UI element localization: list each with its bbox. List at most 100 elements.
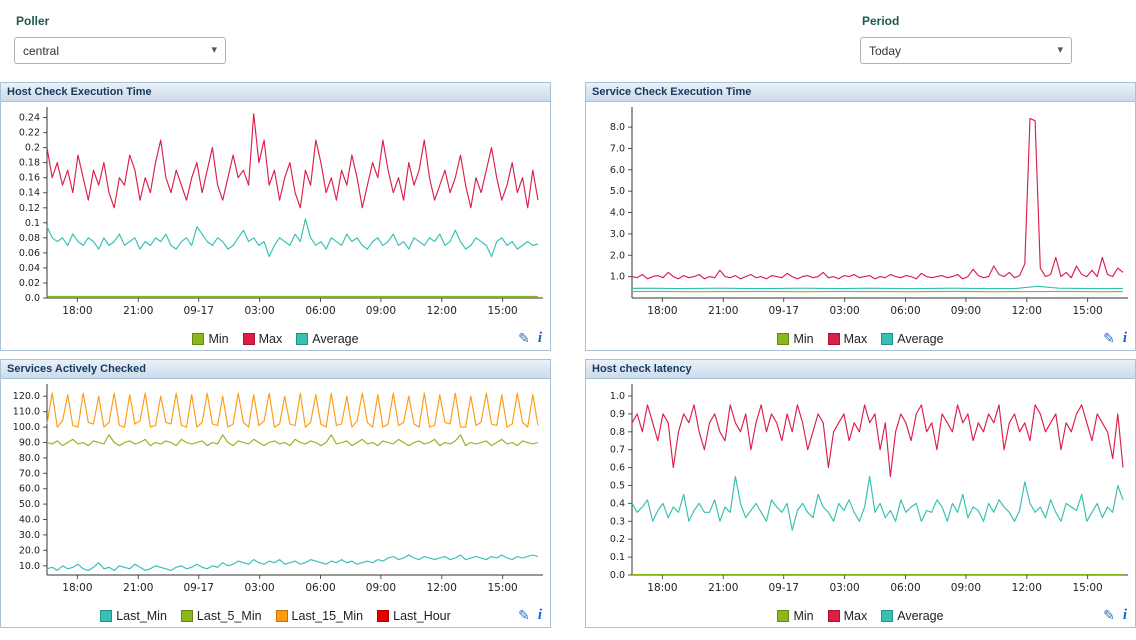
legend-row: MinMaxAverage ✎ i [1, 328, 550, 350]
y-tick-label: 0.2 [610, 534, 625, 545]
info-icon[interactable]: i [1123, 607, 1127, 624]
y-tick-label: 0.02 [19, 278, 40, 289]
info-icon[interactable]: i [538, 607, 542, 624]
legend-item: Min [777, 609, 813, 623]
poller-select[interactable]: central [14, 37, 226, 64]
y-tick-label: 0.6 [610, 463, 625, 474]
legend-label: Max [844, 332, 868, 346]
x-tick-label: 21:00 [708, 305, 738, 317]
legend-row: Min Max Average ✎ i [586, 328, 1135, 350]
legend-label: Last_15_Min [292, 609, 364, 623]
chart-canvas: 8.07.06.05.04.03.02.01.018:0021:0009-170… [586, 102, 1135, 328]
poller-label: Poller [16, 14, 226, 28]
legend-swatch [828, 333, 840, 345]
x-tick-label: 06:00 [305, 582, 335, 594]
legend-item: Average [296, 332, 358, 346]
legend-label: Last_Min [116, 609, 167, 623]
legend-item: Last_Min [100, 609, 167, 623]
y-tick-label: 0.5 [610, 481, 625, 492]
y-tick-label: 0.2 [25, 143, 40, 154]
panel-host-check-latency: Host check latency 1.00.90.80.70.60.50.4… [585, 359, 1136, 628]
legend-swatch [100, 610, 112, 622]
legend-item: Average [881, 609, 943, 623]
legend-items: Min Max Average [777, 609, 943, 623]
panel-actions: ✎ i [1103, 330, 1127, 347]
y-tick-label: 0.1 [25, 218, 40, 229]
x-tick-label: 09-17 [768, 305, 799, 317]
y-tick-label: 110.0 [13, 407, 40, 418]
x-tick-label: 03:00 [829, 582, 859, 594]
y-tick-label: 90.0 [19, 438, 40, 449]
info-icon[interactable]: i [538, 330, 542, 347]
legend-label: Min [793, 609, 813, 623]
x-tick-label: 06:00 [305, 305, 335, 317]
legend-item: Min [777, 332, 813, 346]
period-select[interactable]: Today [860, 37, 1072, 64]
legend-swatch [881, 333, 893, 345]
legend-item: Max [243, 332, 283, 346]
y-tick-label: 0.0 [610, 570, 625, 581]
y-tick-label: 0.12 [19, 203, 40, 214]
legend-item: Max [828, 332, 868, 346]
legend-label: Max [259, 332, 283, 346]
y-tick-label: 0.04 [19, 263, 40, 274]
panel-actions: ✎ i [518, 330, 542, 347]
edit-graph-icon[interactable]: ✎ [518, 330, 530, 347]
y-tick-label: 10.0 [19, 561, 40, 572]
y-tick-label: 0.18 [19, 158, 40, 169]
x-tick-label: 09-17 [183, 305, 214, 317]
legend-label: Average [897, 332, 943, 346]
y-tick-label: 4.0 [610, 208, 625, 219]
y-tick-label: 0.16 [19, 173, 40, 184]
x-tick-label: 09:00 [951, 582, 981, 594]
legend-items: MinMaxAverage [192, 332, 358, 346]
chart-service-check-execution-time: 8.07.06.05.04.03.02.01.018:0021:0009-170… [586, 102, 1135, 328]
x-tick-label: 06:00 [890, 582, 920, 594]
y-tick-label: 0.9 [610, 409, 625, 420]
legend-swatch [777, 610, 789, 622]
legend-swatch [243, 333, 255, 345]
edit-graph-icon[interactable]: ✎ [1103, 607, 1115, 624]
x-tick-label: 06:00 [890, 305, 920, 317]
edit-graph-icon[interactable]: ✎ [518, 607, 530, 624]
y-tick-label: 0.06 [19, 248, 40, 259]
legend-items: Last_Min Last_5_Min Last_15_Min Last_Hour [100, 609, 451, 623]
chart-host-check-latency: 1.00.90.80.70.60.50.40.30.20.10.018:0021… [586, 379, 1135, 605]
x-tick-label: 12:00 [427, 305, 457, 317]
y-tick-label: 30.0 [19, 530, 40, 541]
legend-label: Last_5_Min [197, 609, 262, 623]
x-tick-label: 15:00 [1072, 305, 1102, 317]
legend-swatch [276, 610, 288, 622]
y-tick-label: 8.0 [610, 122, 625, 133]
plot-background [586, 379, 1135, 605]
legend-swatch [777, 333, 789, 345]
x-tick-label: 21:00 [123, 305, 153, 317]
legend-label: Average [312, 332, 358, 346]
filter-toolbar: Poller central ▾ Period Today ▾ [0, 0, 1136, 82]
panel-title: Host check latency [586, 360, 1135, 379]
legend-item: Last_Hour [377, 609, 451, 623]
x-tick-label: 18:00 [62, 582, 92, 594]
x-tick-label: 21:00 [708, 582, 738, 594]
period-select-wrap: Today ▾ [860, 37, 1072, 64]
legend-swatch [881, 610, 893, 622]
period-label: Period [862, 14, 1072, 28]
legend-label: Last_Hour [393, 609, 451, 623]
edit-graph-icon[interactable]: ✎ [1103, 330, 1115, 347]
legend-label: Average [897, 609, 943, 623]
y-tick-label: 1.0 [610, 272, 625, 283]
plot-background [586, 102, 1135, 328]
chart-canvas: 0.240.220.20.180.160.140.120.10.080.060.… [1, 102, 550, 328]
panel-actions: ✎ i [1103, 607, 1127, 624]
y-tick-label: 2.0 [610, 250, 625, 261]
panel-host-check-execution-time: Host Check Execution Time 0.240.220.20.1… [0, 82, 551, 351]
legend-label: Max [844, 609, 868, 623]
y-tick-label: 0.22 [19, 128, 40, 139]
y-tick-label: 70.0 [19, 468, 40, 479]
panel-title: Host Check Execution Time [1, 83, 550, 102]
y-tick-label: 0.0 [25, 293, 40, 304]
legend-swatch [181, 610, 193, 622]
x-tick-label: 03:00 [244, 582, 274, 594]
legend-swatch [377, 610, 389, 622]
info-icon[interactable]: i [1123, 330, 1127, 347]
